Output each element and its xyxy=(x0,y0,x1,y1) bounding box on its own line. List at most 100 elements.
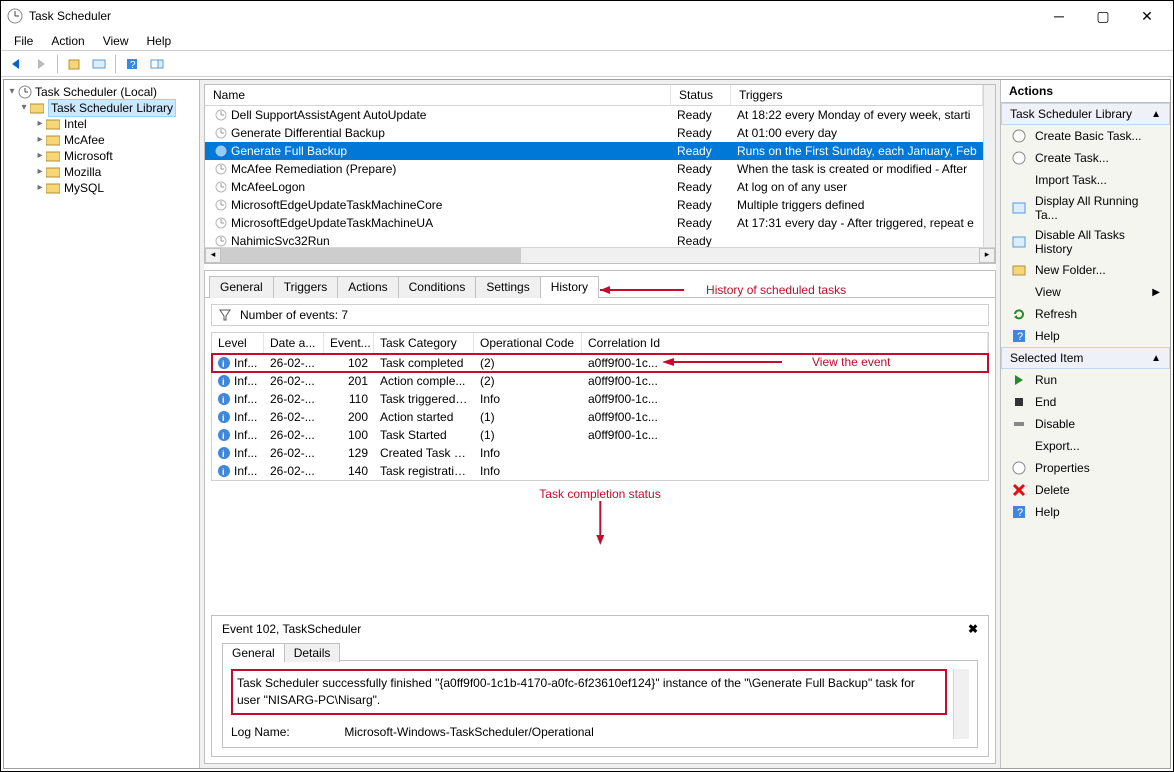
event-detail-title: Event 102, TaskScheduler xyxy=(222,622,361,636)
action-item[interactable]: Display All Running Ta... xyxy=(1001,191,1170,225)
close-button[interactable]: ✕ xyxy=(1125,1,1169,31)
task-row[interactable]: McAfee Remediation (Prepare)ReadyWhen th… xyxy=(205,160,983,178)
expand-icon[interactable]: ▸ xyxy=(34,132,46,148)
tab-history[interactable]: History xyxy=(540,276,599,298)
action-item[interactable]: Properties xyxy=(1001,457,1170,479)
action-item[interactable]: End xyxy=(1001,391,1170,413)
forward-button[interactable] xyxy=(30,53,52,75)
properties-button[interactable] xyxy=(63,53,85,75)
task-row[interactable]: Generate Differential BackupReadyAt 01:0… xyxy=(205,124,983,142)
action-item[interactable]: Import Task... xyxy=(1001,169,1170,191)
col-eventid[interactable]: Event... xyxy=(324,333,374,353)
task-name: NahimicSvc32Run xyxy=(231,234,330,247)
menu-view[interactable]: View xyxy=(94,34,138,48)
col-triggers[interactable]: Triggers xyxy=(731,85,983,105)
filter-icon[interactable] xyxy=(218,308,232,322)
menu-help[interactable]: Help xyxy=(138,34,181,48)
tree-folder[interactable]: ▸McAfee xyxy=(6,132,197,148)
action-item[interactable]: Refresh xyxy=(1001,303,1170,325)
maximize-button[interactable]: ▢ xyxy=(1081,1,1125,31)
event-row[interactable]: iInf...26-02-...140Task registratio...In… xyxy=(212,462,988,480)
tab-triggers[interactable]: Triggers xyxy=(273,276,339,298)
task-row[interactable]: MicrosoftEdgeUpdateTaskMachineUAReadyAt … xyxy=(205,214,983,232)
action-icon xyxy=(1011,482,1027,498)
event-tab-details[interactable]: Details xyxy=(284,643,341,662)
tree-folder[interactable]: ▸ Intel xyxy=(6,116,197,132)
task-row[interactable]: MicrosoftEdgeUpdateTaskMachineCoreReadyM… xyxy=(205,196,983,214)
action-label: Help xyxy=(1035,329,1164,343)
task-trigger: At log on of any user xyxy=(731,180,983,194)
task-status: Ready xyxy=(671,198,731,212)
col-level[interactable]: Level xyxy=(212,333,264,353)
action-item[interactable]: Export... xyxy=(1001,435,1170,457)
task-grid-header: Name Status Triggers xyxy=(205,85,983,106)
col-correlation[interactable]: Correlation Id xyxy=(582,333,988,353)
tree-folder-label: Intel xyxy=(64,116,87,132)
action-item[interactable]: Run xyxy=(1001,369,1170,391)
action-item[interactable]: New Folder... xyxy=(1001,259,1170,281)
task-trigger: Runs on the First Sunday, each January, … xyxy=(731,144,983,158)
actions-library-header[interactable]: Task Scheduler Library ▲ xyxy=(1001,103,1170,125)
tree-root[interactable]: ▾ Task Scheduler (Local) xyxy=(6,84,197,100)
panel-button[interactable] xyxy=(146,53,168,75)
action-item[interactable]: ?Help xyxy=(1001,501,1170,523)
action-item[interactable]: ?Help xyxy=(1001,325,1170,347)
tree-folder[interactable]: ▸Microsoft xyxy=(6,148,197,164)
col-opcode[interactable]: Operational Code xyxy=(474,333,582,353)
annotation-arrow-icon xyxy=(594,501,606,545)
task-row[interactable]: McAfeeLogonReadyAt log on of any user xyxy=(205,178,983,196)
tree-folder-label: Mozilla xyxy=(64,164,101,180)
action-item[interactable]: View▶ xyxy=(1001,281,1170,303)
action-label: Disable xyxy=(1035,417,1164,431)
expand-icon[interactable]: ▸ xyxy=(34,180,46,196)
toolbar: ? xyxy=(1,51,1173,77)
event-detail-pane: Event 102, TaskScheduler ✖ General Detai… xyxy=(211,615,989,757)
actions-selected-header[interactable]: Selected Item ▲ xyxy=(1001,347,1170,369)
col-taskcat[interactable]: Task Category xyxy=(374,333,474,353)
col-date[interactable]: Date a... xyxy=(264,333,324,353)
action-item[interactable]: Disable xyxy=(1001,413,1170,435)
action-item[interactable]: Disable All Tasks History xyxy=(1001,225,1170,259)
tree-folder[interactable]: ▸MySQL xyxy=(6,180,197,196)
tab-actions[interactable]: Actions xyxy=(337,276,398,298)
svg-text:i: i xyxy=(222,377,225,387)
task-row[interactable]: Dell SupportAssistAgent AutoUpdateReadyA… xyxy=(205,106,983,124)
view-button[interactable] xyxy=(88,53,110,75)
vertical-scrollbar[interactable] xyxy=(983,85,995,247)
expand-icon[interactable]: ▾ xyxy=(18,100,30,116)
tab-conditions[interactable]: Conditions xyxy=(398,276,477,298)
event-detail-close-icon[interactable]: ✖ xyxy=(968,622,978,636)
vertical-scrollbar[interactable] xyxy=(953,669,969,739)
annotation-completion: Task completion status xyxy=(539,487,660,501)
help-button[interactable]: ? xyxy=(121,53,143,75)
expand-icon[interactable]: ▸ xyxy=(34,148,46,164)
expand-icon[interactable]: ▸ xyxy=(34,116,46,132)
tree-folder[interactable]: ▸ Mozilla xyxy=(6,164,197,180)
action-item[interactable]: Delete xyxy=(1001,479,1170,501)
action-item[interactable]: Create Basic Task... xyxy=(1001,125,1170,147)
event-row[interactable]: iInf...26-02-...100Task Started(1)a0ff9f… xyxy=(212,426,988,444)
action-item[interactable]: Create Task... xyxy=(1001,147,1170,169)
event-tab-general[interactable]: General xyxy=(222,643,285,662)
event-row[interactable]: iInf...26-02-...200Action started(1)a0ff… xyxy=(212,408,988,426)
task-name: MicrosoftEdgeUpdateTaskMachineUA xyxy=(231,216,433,230)
minimize-button[interactable]: ─ xyxy=(1037,1,1081,31)
task-row[interactable]: Generate Full BackupReadyRuns on the Fir… xyxy=(205,142,983,160)
event-row[interactable]: iInf...26-02-...129Created Task P...Info xyxy=(212,444,988,462)
expand-icon[interactable]: ▾ xyxy=(6,84,18,100)
event-row[interactable]: iInf...26-02-...110Task triggered ...Inf… xyxy=(212,390,988,408)
tab-general[interactable]: General xyxy=(209,276,274,298)
menu-action[interactable]: Action xyxy=(42,34,93,48)
event-row[interactable]: iInf...26-02-...201Action comple...(2)a0… xyxy=(212,372,988,390)
menu-file[interactable]: File xyxy=(5,34,42,48)
back-button[interactable] xyxy=(5,53,27,75)
horizontal-scrollbar[interactable]: ◂ ▸ xyxy=(205,247,995,263)
col-name[interactable]: Name xyxy=(205,85,671,105)
tab-settings[interactable]: Settings xyxy=(475,276,540,298)
col-status[interactable]: Status xyxy=(671,85,731,105)
task-row[interactable]: NahimicSvc32RunReady xyxy=(205,232,983,247)
tree-root-label: Task Scheduler (Local) xyxy=(35,84,157,100)
tree-library[interactable]: ▾ Task Scheduler Library xyxy=(6,100,197,116)
expand-icon[interactable]: ▸ xyxy=(34,164,46,180)
annotation-view-event: View the event xyxy=(812,355,891,369)
